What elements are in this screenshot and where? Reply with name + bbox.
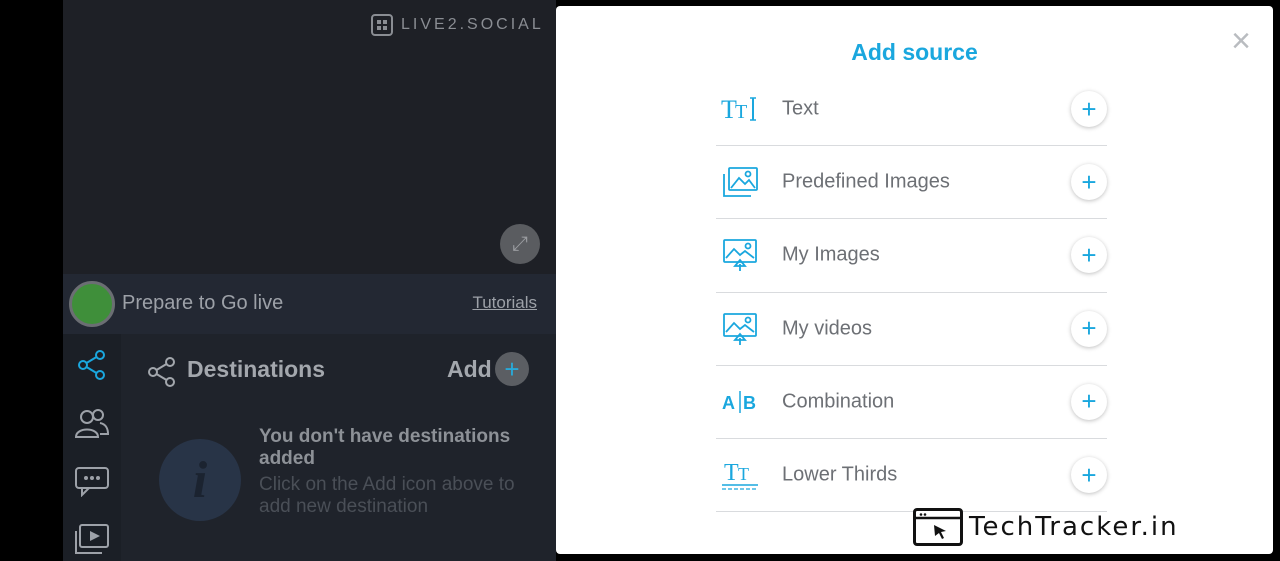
destinations-title: Destinations	[187, 356, 326, 382]
logo-text: LIVE2.SOCIAL	[401, 16, 544, 33]
share-icon[interactable]	[73, 346, 111, 384]
add-destination-label[interactable]: Add	[447, 356, 492, 383]
source-item-label: My videos	[782, 317, 873, 340]
add-text-button[interactable]: +	[1071, 91, 1107, 128]
upload-video-icon	[720, 311, 760, 347]
add-predefined-images-button[interactable]: +	[1071, 164, 1107, 201]
watermark: TechTracker.in	[913, 508, 1179, 546]
tutorials-link[interactable]: Tutorials	[472, 293, 537, 313]
svg-text:A: A	[722, 393, 735, 413]
app-screen: LIVE2.SOCIAL ⤢ Prepare to Go live Tutori…	[0, 0, 1280, 561]
source-item-label: Predefined Images	[782, 170, 950, 193]
source-item-combination[interactable]: AB Combination +	[716, 366, 1107, 439]
empty-state-title: You don't have destinations added	[259, 426, 511, 469]
text-icon: TT	[720, 91, 760, 127]
video-preview: LIVE2.SOCIAL ⤢	[63, 0, 556, 274]
svg-text:T: T	[738, 464, 749, 484]
source-item-label: Combination	[782, 390, 895, 413]
app-logo: LIVE2.SOCIAL	[371, 14, 544, 36]
svg-text:T: T	[724, 460, 739, 486]
logo-icon	[371, 14, 393, 36]
source-item-my-videos[interactable]: My videos +	[716, 293, 1107, 366]
images-icon	[720, 164, 760, 200]
source-item-label: My Images	[782, 243, 880, 266]
go-live-button[interactable]	[69, 281, 115, 327]
add-my-videos-button[interactable]: +	[1071, 310, 1107, 347]
lower-thirds-icon: TT	[720, 457, 760, 493]
info-icon: i	[159, 439, 241, 521]
modal-title: Add source	[851, 39, 978, 65]
source-item-text[interactable]: TT Text +	[716, 73, 1107, 147]
add-my-images-button[interactable]: +	[1071, 237, 1107, 274]
add-source-modal: Add source × TT Text + Predefined Images…	[556, 6, 1273, 554]
users-icon[interactable]	[73, 404, 111, 442]
main-panel: LIVE2.SOCIAL ⤢ Prepare to Go live Tutori…	[63, 0, 556, 561]
chat-icon[interactable]	[73, 462, 111, 500]
destinations-panel: Destinations Add + i You don't have dest…	[121, 334, 556, 561]
watermark-text: TechTracker.in	[969, 512, 1179, 542]
watermark-browser-icon	[913, 508, 963, 546]
combination-icon: AB	[720, 384, 760, 420]
video-library-icon[interactable]	[73, 520, 111, 558]
svg-text:T: T	[735, 101, 747, 123]
source-item-lower-thirds[interactable]: TT Lower Thirds +	[716, 439, 1107, 513]
source-item-label: Text	[782, 97, 819, 120]
source-item-label: Lower Thirds	[782, 463, 898, 486]
go-live-status: Prepare to Go live	[122, 292, 284, 314]
sidebar	[63, 334, 121, 561]
source-list: TT Text + Predefined Images + My Images …	[716, 73, 1107, 513]
source-item-predefined-images[interactable]: Predefined Images +	[716, 146, 1107, 220]
source-item-my-images[interactable]: My Images +	[716, 219, 1107, 293]
empty-state-subtitle: Click on the Add icon above to add new d…	[259, 474, 515, 517]
close-icon[interactable]: ×	[1231, 24, 1251, 58]
add-combination-button[interactable]: +	[1071, 383, 1107, 420]
upload-image-icon	[720, 237, 760, 273]
destinations-share-icon	[147, 356, 177, 393]
add-lower-thirds-button[interactable]: +	[1071, 457, 1107, 494]
svg-text:B: B	[743, 393, 756, 413]
expand-icon[interactable]: ⤢	[500, 224, 540, 264]
go-live-bar: Prepare to Go live Tutorials	[63, 274, 556, 334]
add-destination-button[interactable]: +	[495, 352, 529, 386]
